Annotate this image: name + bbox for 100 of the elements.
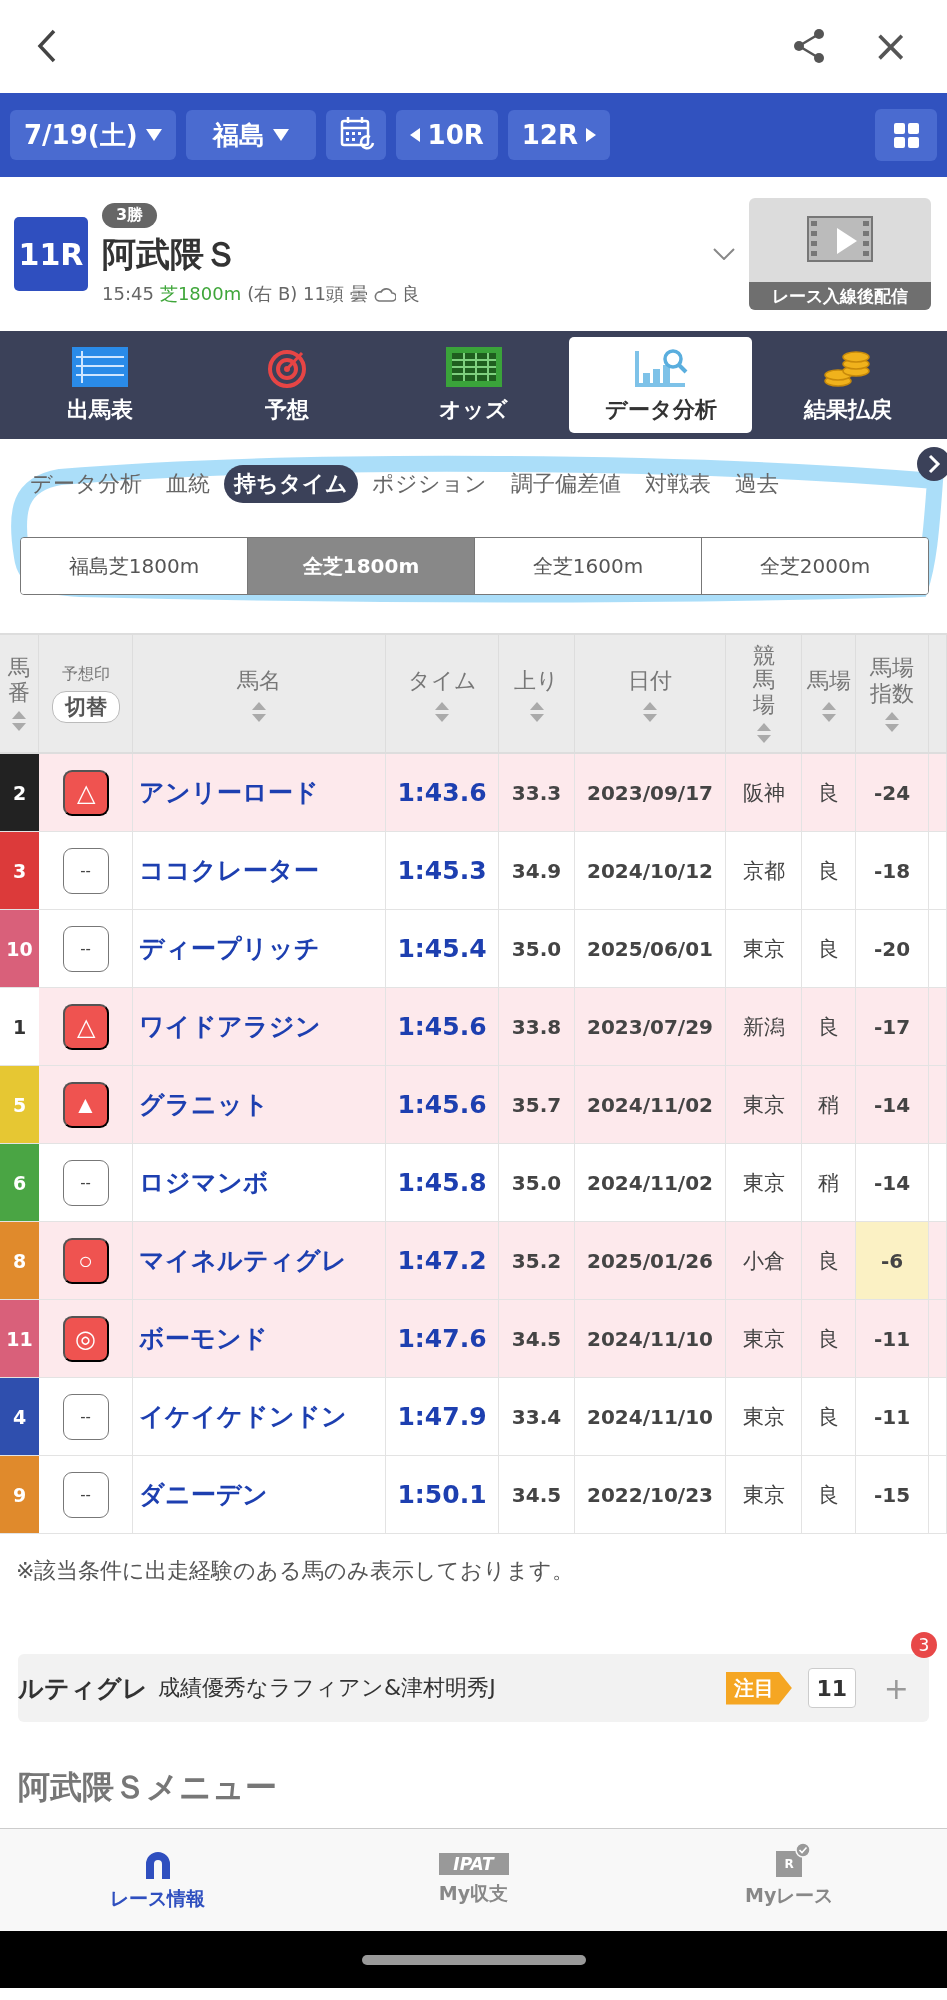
prediction-mark[interactable]: --: [62, 925, 109, 972]
time-cell: 1:50.1: [386, 1456, 499, 1534]
nav-tab[interactable]: 結果払戻: [756, 337, 939, 433]
track-index-cell: -24: [856, 754, 929, 832]
course-filter-tab[interactable]: 全芝1600m: [474, 538, 701, 594]
date-cell: 2023/09/17: [575, 754, 726, 832]
nav-tab[interactable]: 出馬表: [8, 337, 191, 433]
video-thumbnail[interactable]: レース入線後配信: [749, 198, 931, 310]
prediction-mark[interactable]: --: [62, 1393, 109, 1440]
course-filter-tab[interactable]: 全芝1800m: [247, 538, 474, 594]
horse-name-link[interactable]: マイネルティグレ: [133, 1222, 386, 1300]
date-select[interactable]: 7/19(土): [10, 110, 176, 160]
venue-select[interactable]: 福島: [185, 110, 316, 160]
share-icon[interactable]: [792, 28, 827, 64]
horse-name-link[interactable]: グラニット: [133, 1066, 386, 1144]
last-3f-cell: 35.0: [499, 1144, 575, 1222]
prediction-mark[interactable]: ▲: [62, 1081, 109, 1128]
sort-icon[interactable]: [821, 701, 836, 722]
chevron-down-icon[interactable]: [713, 248, 735, 260]
horse-name-link[interactable]: アンリーロード: [133, 754, 386, 832]
going-cell: 良: [802, 754, 856, 832]
prediction-mark[interactable]: --: [62, 1159, 109, 1206]
class-badge: 3勝: [102, 202, 158, 228]
home-indicator[interactable]: [361, 1954, 586, 1965]
column-header[interactable]: 上り: [499, 635, 575, 754]
nav-tab[interactable]: オッズ: [382, 337, 565, 433]
column-header[interactable]: 馬場: [802, 635, 856, 754]
analysis-tab[interactable]: ポジション: [362, 465, 497, 503]
sort-icon[interactable]: [885, 711, 899, 732]
going-cell: 稍: [802, 1066, 856, 1144]
prediction-mark[interactable]: ○: [62, 1237, 109, 1284]
sort-icon[interactable]: [529, 701, 544, 722]
post-number: 3: [0, 832, 39, 910]
sort-icon[interactable]: [12, 710, 26, 731]
analysis-tab[interactable]: 持ちタイム: [224, 465, 358, 503]
sort-icon[interactable]: [756, 722, 771, 743]
course-distance: 芝1800m: [159, 281, 242, 306]
news-card[interactable]: ルティグレ 成績優秀なラフィアン&津村明秀J 注目 11 +: [18, 1654, 929, 1722]
horse-name-link[interactable]: ディープリッチ: [133, 910, 386, 988]
course-filter-tab[interactable]: 全芝2000m: [701, 538, 928, 594]
scroll-right-icon[interactable]: [917, 447, 947, 481]
prediction-mark[interactable]: △: [62, 769, 109, 816]
horse-name-link[interactable]: イケイケドンドン: [133, 1378, 386, 1456]
track-index-cell: -17: [856, 988, 929, 1066]
course-filter-tab[interactable]: 福島芝1800m: [21, 538, 247, 594]
track-index-cell: -14: [856, 1144, 929, 1222]
toggle-button[interactable]: 切替: [51, 691, 120, 723]
horse-name-link[interactable]: ワイドアラジン: [133, 988, 386, 1066]
going-cell: 良: [802, 1300, 856, 1378]
column-header: 予想印: [61, 664, 110, 685]
column-header[interactable]: 馬場指数: [856, 635, 929, 754]
horse-name-link[interactable]: ダニーデン: [133, 1456, 386, 1534]
column-header[interactable]: 馬番: [0, 635, 39, 754]
horse-name-link[interactable]: ココクレーター: [133, 832, 386, 910]
film-icon: [807, 216, 873, 262]
horse-number: 11: [807, 1668, 856, 1708]
sort-icon[interactable]: [252, 701, 266, 722]
previous-race-button[interactable]: 10R: [395, 110, 498, 160]
sort-icon[interactable]: [435, 701, 449, 722]
column-header[interactable]: 日付: [575, 635, 726, 754]
column-header[interactable]: 競馬場: [726, 635, 802, 754]
prediction-mark[interactable]: △: [62, 1003, 109, 1050]
analysis-tab[interactable]: 対戦表: [635, 465, 721, 503]
column-header[interactable]: タイム: [386, 635, 499, 754]
next-race-button[interactable]: 12R: [507, 110, 610, 160]
nav-tab[interactable]: 予想: [195, 337, 378, 433]
video-label: レース入線後配信: [749, 282, 931, 310]
cloud-icon: [373, 285, 396, 302]
news-headline: 成績優秀なラフィアン&津村明秀J: [158, 1674, 497, 1702]
analysis-tab[interactable]: データ分析: [20, 465, 152, 503]
date-cell: 2025/01/26: [575, 1222, 726, 1300]
analysis-tab[interactable]: 調子偏差値: [501, 465, 631, 503]
nav-tab[interactable]: データ分析: [569, 337, 752, 433]
going-cell: 良: [802, 832, 856, 910]
analysis-tab[interactable]: 血統: [156, 465, 220, 503]
sort-icon[interactable]: [643, 701, 657, 722]
close-button[interactable]: ×: [864, 24, 917, 68]
post-number: 2: [0, 754, 39, 832]
time-cell: 1:45.4: [386, 910, 499, 988]
prediction-mark[interactable]: --: [62, 1471, 109, 1518]
track-cell: 東京: [726, 1144, 802, 1222]
column-header[interactable]: 馬名: [133, 635, 386, 754]
prediction-mark[interactable]: --: [62, 847, 109, 894]
grid-menu-icon[interactable]: [875, 109, 937, 161]
horse-name-link[interactable]: ボーモンド: [133, 1300, 386, 1378]
bottom-nav-item[interactable]: レース情報: [0, 1829, 316, 1931]
race-name: 阿武隈Ｓ: [102, 232, 239, 276]
race-details: (右 B) 11頭 曇: [247, 281, 368, 306]
horse-name-link[interactable]: ロジマンボ: [133, 1144, 386, 1222]
last-3f-cell: 34.9: [499, 832, 575, 910]
back-icon[interactable]: [36, 28, 58, 64]
calendar-icon[interactable]: [325, 110, 386, 160]
track-index-cell: -14: [856, 1066, 929, 1144]
last-3f-cell: 33.4: [499, 1378, 575, 1456]
post-number: 10: [0, 910, 39, 988]
prediction-mark[interactable]: ◎: [62, 1315, 109, 1362]
analysis-tab[interactable]: 過去: [725, 465, 789, 503]
bottom-nav-item[interactable]: R Myレース: [631, 1829, 947, 1931]
last-3f-cell: 35.2: [499, 1222, 575, 1300]
bottom-nav-item[interactable]: IPAT My収支: [315, 1829, 632, 1931]
